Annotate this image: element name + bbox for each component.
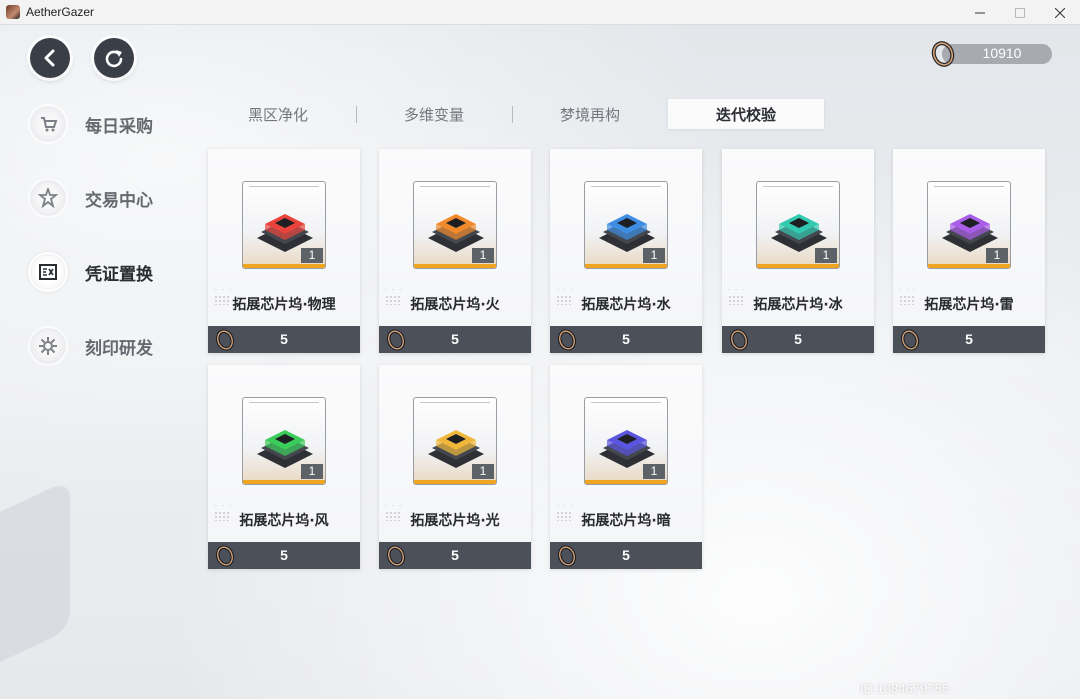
close-icon xyxy=(1055,7,1065,18)
price-bar: 5 xyxy=(722,326,874,353)
shop-item-card[interactable]: 1 — — — 拓展芯片坞·冰 5 xyxy=(722,149,874,353)
price-bar: 5 xyxy=(208,542,360,569)
voucher-icon xyxy=(30,254,66,290)
cart-icon xyxy=(30,106,66,142)
tab-multi-variable[interactable]: 多维变量 xyxy=(356,99,512,129)
price-bar: 5 xyxy=(893,326,1045,353)
item-name: 拓展芯片坞·冰 xyxy=(753,297,843,313)
item-quantity: 1 xyxy=(301,248,323,263)
sidebar-item-daily-purchase[interactable]: 每日采购 xyxy=(30,104,153,144)
serial-text: — — — xyxy=(899,287,917,293)
shop-item-card[interactable]: 1 — — — 拓展芯片坞·风 5 xyxy=(208,365,360,569)
sidebar-item-label: 交易中心 xyxy=(85,190,153,211)
back-button[interactable] xyxy=(30,38,70,78)
item-quantity: 1 xyxy=(472,248,494,263)
minimize-button[interactable] xyxy=(960,0,1000,25)
item-thumbnail: 1 xyxy=(242,397,326,485)
shop-item-card[interactable]: 1 — — — 拓展芯片坞·水 5 xyxy=(550,149,702,353)
item-price: 5 xyxy=(965,331,973,347)
item-thumbnail: 1 xyxy=(413,397,497,485)
item-quantity: 1 xyxy=(643,464,665,479)
item-quantity: 1 xyxy=(986,248,1008,263)
chevron-left-icon xyxy=(44,49,55,67)
currency-display: 10910 xyxy=(928,41,1052,67)
item-name: 拓展芯片坞·物理 xyxy=(232,297,336,313)
maximize-icon xyxy=(1015,7,1025,18)
close-button[interactable] xyxy=(1040,0,1080,25)
price-bar: 5 xyxy=(550,326,702,353)
item-name: 拓展芯片坞·暗 xyxy=(581,513,671,529)
sidebar-item-voucher-exchange[interactable]: 凭证置换 xyxy=(30,252,153,292)
background-decoration xyxy=(0,479,70,681)
tab-black-zone-purification[interactable]: 黑区净化 xyxy=(200,99,356,129)
item-thumbnail: 1 xyxy=(756,181,840,269)
refresh-button[interactable] xyxy=(94,38,134,78)
price-bar: 5 xyxy=(379,326,531,353)
shop-item-card[interactable]: 1 — — — 拓展芯片坞·火 5 xyxy=(379,149,531,353)
item-quantity: 1 xyxy=(472,464,494,479)
serial-text: — — — xyxy=(556,503,574,509)
maximize-button[interactable] xyxy=(1000,0,1040,25)
tab-dream-reconstruct[interactable]: 梦境再构 xyxy=(512,99,668,129)
currency-amount: 10910 xyxy=(982,45,1022,61)
item-price: 5 xyxy=(794,331,802,347)
cog-icon xyxy=(30,328,66,364)
serial-text: — — — xyxy=(728,287,746,293)
price-bar: 5 xyxy=(208,326,360,353)
price-bar: 5 xyxy=(379,542,531,569)
item-thumbnail: 1 xyxy=(584,181,668,269)
game-area: 10910 每日采购 交易中心 凭证置换 刻印研发 黑区净化 多维变量 梦境再构… xyxy=(0,25,1080,699)
item-thumbnail: 1 xyxy=(413,181,497,269)
shop-item-card[interactable]: 1 — — — 拓展芯片坞·物理 5 xyxy=(208,149,360,353)
item-name: 拓展芯片坞·火 xyxy=(410,297,500,313)
shop-item-card[interactable]: 1 — — — 拓展芯片坞·雷 5 xyxy=(893,149,1045,353)
serial-text: — — — xyxy=(385,503,403,509)
item-price: 5 xyxy=(280,547,288,563)
item-name: 拓展芯片坞·雷 xyxy=(924,297,1014,313)
item-thumbnail: 1 xyxy=(927,181,1011,269)
price-bar: 5 xyxy=(550,542,702,569)
sidebar-item-engraving-research[interactable]: 刻印研发 xyxy=(30,326,153,366)
item-name: 拓展芯片坞·水 xyxy=(581,297,671,313)
shop-item-card[interactable]: 1 — — — 拓展芯片坞·光 5 xyxy=(379,365,531,569)
tab-iteration-check[interactable]: 迭代校验 xyxy=(668,99,824,129)
sidebar-item-trade-center[interactable]: 交易中心 xyxy=(30,178,153,218)
item-quantity: 1 xyxy=(301,464,323,479)
item-thumbnail: 1 xyxy=(242,181,326,269)
item-thumbnail: 1 xyxy=(584,397,668,485)
serial-text: — — — xyxy=(214,503,232,509)
serial-text: — — — xyxy=(385,287,403,293)
watermark-id: ID:1084679785 xyxy=(860,681,949,696)
serial-text: — — — xyxy=(556,287,574,293)
sidebar-item-label: 每日采购 xyxy=(85,116,153,137)
sidebar-item-label: 刻印研发 xyxy=(85,338,153,359)
item-price: 5 xyxy=(622,547,630,563)
shop-item-card[interactable]: 1 — — — 拓展芯片坞·暗 5 xyxy=(550,365,702,569)
title-bar: AetherGazer xyxy=(0,0,1080,25)
app-icon xyxy=(6,5,20,19)
window-title: AetherGazer xyxy=(26,5,95,19)
star-badge-icon xyxy=(30,180,66,216)
item-price: 5 xyxy=(280,331,288,347)
sidebar-item-label: 凭证置换 xyxy=(85,264,153,285)
item-quantity: 1 xyxy=(815,248,837,263)
window-controls xyxy=(960,0,1080,25)
item-price: 5 xyxy=(451,331,459,347)
minimize-icon xyxy=(975,12,985,13)
item-name: 拓展芯片坞·风 xyxy=(239,513,329,529)
refresh-icon xyxy=(105,50,123,68)
category-tabs: 黑区净化 多维变量 梦境再构 迭代校验 xyxy=(200,99,840,129)
ring-icon xyxy=(931,41,955,67)
item-price: 5 xyxy=(451,547,459,563)
serial-text: — — — xyxy=(214,287,232,293)
item-quantity: 1 xyxy=(643,248,665,263)
item-price: 5 xyxy=(622,331,630,347)
item-name: 拓展芯片坞·光 xyxy=(410,513,500,529)
